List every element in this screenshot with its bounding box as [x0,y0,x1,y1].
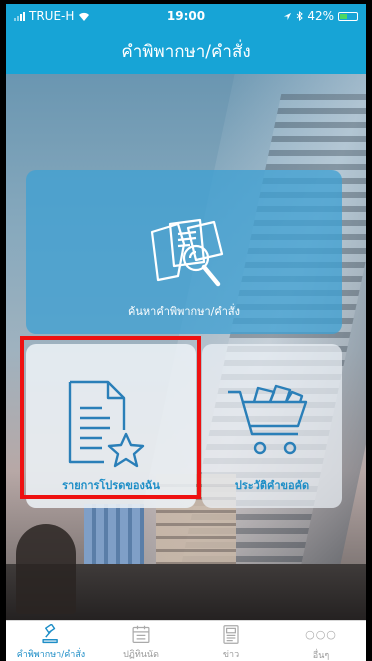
newspaper-icon [223,625,239,644]
search-judgments-label: ค้นหาคำพิพากษา/คำสั่ง [128,305,240,318]
gavel-icon [42,624,58,644]
battery-percent: 42% [307,9,334,23]
document-search-icon [150,218,224,287]
app-screen: TRUE-H 19:00 42% คำพิพากษา/คำสั่ง ค้นหาค… [6,4,366,661]
background-statue [16,524,76,614]
phone-frame: TRUE-H 19:00 42% คำพิพากษา/คำสั่ง ค้นหาค… [0,0,372,661]
battery-icon [338,11,358,21]
status-bar: TRUE-H 19:00 42% [6,4,366,28]
calendar-icon [132,625,150,643]
tab-judgments-label: คำพิพากษา/คำสั่ง [16,650,86,660]
battery-level [340,13,347,19]
highlight-box [20,336,201,499]
carrier-label: TRUE-H [29,9,75,23]
search-judgments-tile[interactable]: ค้นหาคำพิพากษา/คำสั่ง [26,170,342,334]
clock: 19:00 [166,9,206,23]
tab-calendar[interactable]: ปฏิทินนัด [96,621,186,661]
tab-calendar-label: ปฏิทินนัด [123,650,159,660]
page-title: คำพิพากษา/คำสั่ง [121,41,251,62]
status-bar-left: TRUE-H [14,9,134,23]
wifi-icon [79,12,90,21]
order-history-tile[interactable]: ประวัติคำขอคัด [202,344,342,508]
location-arrow-icon [284,12,292,20]
tab-judgments[interactable]: คำพิพากษา/คำสั่ง [6,621,96,661]
tab-news[interactable]: ข่าว [186,621,276,661]
tab-news-label: ข่าว [222,650,240,660]
tab-more[interactable]: ○○○ อื่นๆ [276,621,366,661]
signal-icon [14,11,25,21]
tab-more-label: อื่นๆ [312,651,330,661]
more-icon: ○○○ [305,628,337,641]
order-history-label: ประวัติคำขอคัด [234,479,310,492]
tab-bar: คำพิพากษา/คำสั่ง ปฏิทินนัด ข่าว ○○○ อื่น… [6,620,366,661]
status-bar-right: 42% [238,9,358,23]
nav-bar: คำพิพากษา/คำสั่ง [6,28,366,74]
bluetooth-icon [297,11,304,21]
shopping-cart-icon [228,384,308,455]
